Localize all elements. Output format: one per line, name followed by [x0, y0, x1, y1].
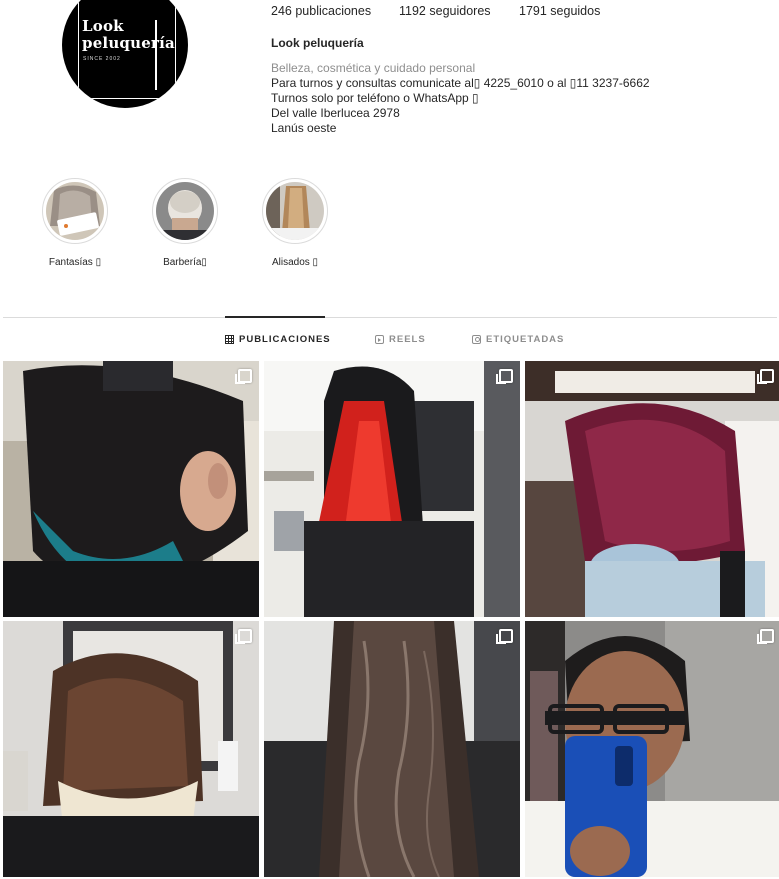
tab-reels[interactable]: REELS: [375, 334, 426, 345]
highlight-label: Fantasías ▯: [48, 257, 102, 268]
highlight-label: Alisados ▯: [271, 257, 319, 268]
stat-following-label: seguidos: [550, 4, 601, 18]
multiple-photos-icon: [757, 629, 774, 644]
stat-followers-label: seguidores: [429, 4, 491, 18]
highlight-alisados[interactable]: Alisados ▯: [250, 178, 340, 268]
tab-label: REELS: [389, 334, 426, 345]
highlight-cover-image: [156, 182, 214, 240]
stat-posts-value: 246: [271, 4, 292, 18]
profile-category: Belleza, cosmética y cuidado personal: [271, 61, 476, 75]
post-image-short-brown: [3, 621, 259, 877]
tab-label: ETIQUETADAS: [486, 334, 565, 345]
profile-avatar[interactable]: Look peluquería SINCE 2002: [62, 0, 188, 108]
bio-line: Del valle Iberlucea 2978: [271, 106, 400, 120]
tagged-icon: [472, 335, 481, 344]
tab-etiquetadas[interactable]: ETIQUETADAS: [472, 334, 564, 345]
logo-text-line2: peluquería: [82, 34, 175, 52]
highlight-barberia[interactable]: Barbería▯: [140, 178, 230, 268]
highlight-label: Barbería▯: [163, 257, 207, 268]
post-image-long-waves: [264, 621, 520, 877]
post-image-mirror-selfie: [525, 621, 779, 877]
tabs-divider: [3, 317, 777, 318]
stat-following-value: 1791: [519, 4, 547, 18]
stat-followers[interactable]: 1192 seguidores: [399, 4, 491, 18]
multiple-photos-icon: [235, 369, 252, 384]
highlight-ring: [42, 178, 108, 244]
post-tile[interactable]: [525, 621, 779, 877]
post-tile[interactable]: [264, 621, 520, 877]
multiple-photos-icon: [496, 369, 513, 384]
bio-line: Lanús oeste: [271, 121, 337, 135]
stat-following[interactable]: 1791 seguidos: [519, 4, 600, 18]
multiple-photos-icon: [235, 629, 252, 644]
logo-since: SINCE 2002: [83, 56, 121, 62]
post-tile[interactable]: [264, 361, 520, 617]
highlight-cover-image: [46, 182, 104, 240]
highlight-ring: [152, 178, 218, 244]
post-image-red-panels: [264, 361, 520, 617]
post-image-teal-tips: [3, 361, 259, 617]
logo-text-line1: Look: [82, 17, 124, 35]
tab-publicaciones[interactable]: PUBLICACIONES: [225, 334, 331, 345]
post-tile[interactable]: [3, 361, 259, 617]
bio-line: Turnos solo por teléfono o WhatsApp ▯: [271, 91, 479, 105]
multiple-photos-icon: [496, 629, 513, 644]
highlight-cover-image: [266, 182, 324, 240]
post-tile[interactable]: [525, 361, 779, 617]
profile-name: Look peluquería: [271, 36, 364, 50]
grid-icon: [225, 335, 234, 344]
active-tab-indicator: [225, 316, 325, 318]
bio-line: Para turnos y consultas comunicate al▯ 4…: [271, 76, 650, 90]
highlight-ring: [262, 178, 328, 244]
multiple-photos-icon: [757, 369, 774, 384]
logo-bar: [155, 20, 157, 90]
tab-label: PUBLICACIONES: [239, 334, 331, 345]
stat-posts-label: publicaciones: [295, 4, 372, 18]
post-image-burgundy-bob: [525, 361, 779, 617]
stat-followers-value: 1192: [399, 4, 426, 18]
highlight-fantasias[interactable]: Fantasías ▯: [30, 178, 120, 268]
reels-icon: [375, 335, 384, 344]
post-tile[interactable]: [3, 621, 259, 877]
stat-posts: 246 publicaciones: [271, 4, 371, 18]
